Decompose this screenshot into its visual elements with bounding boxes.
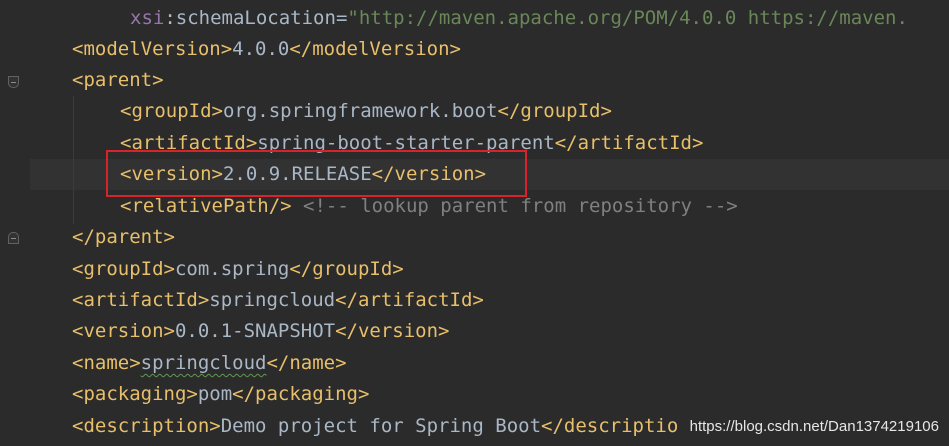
code-token: 4.0.0 [232,38,290,60]
code-token: "http://maven.apache.org/POM/4.0.0 https… [347,7,908,29]
code-token: <modelVersion> [72,38,233,60]
code-token: </modelVersion> [289,38,461,60]
code-line[interactable]: <name>springcloud</name> [72,348,347,379]
code-token: <groupId> [120,100,223,122]
code-line[interactable]: <packaging>pom</packaging> [72,379,369,410]
code-line[interactable]: <groupId>org.springframework.boot</group… [120,96,612,127]
code-line[interactable]: <artifactId>springcloud</artifactId> [72,285,484,316]
code-token: </packaging> [232,383,370,405]
code-token: </version> [335,320,450,342]
code-token: Demo project for Spring Boot [220,415,542,437]
code-token: springcloud [209,289,336,311]
code-token: <description> [72,415,221,437]
code-token: </artifactId> [335,289,484,311]
code-token: = [335,7,348,29]
code-token: springcloud [140,352,267,374]
code-line[interactable]: <modelVersion>4.0.0</modelVersion> [72,34,461,65]
fold-close-icon[interactable] [8,232,19,244]
code-token: org.springframework.boot [222,100,498,122]
code-token: </descriptio [541,415,679,437]
watermark-text: https://blog.csdn.net/Dan1374219106 [689,418,939,435]
code-token: <version> [72,320,175,342]
code-line[interactable]: <groupId>com.spring</groupId> [72,254,404,285]
code-token: com.spring [174,258,290,280]
code-token: </groupId> [289,258,404,280]
code-token: </parent> [72,226,175,248]
code-token: </name> [266,352,347,374]
code-token: <packaging> [72,383,198,405]
code-line[interactable]: xsi:schemaLocation="http://maven.apache.… [130,3,908,34]
version-highlight-box [106,150,527,197]
editor-gutter [0,0,30,446]
code-token: <groupId> [72,258,175,280]
code-token: : [164,7,176,29]
code-line[interactable]: <parent> [72,65,164,96]
code-line[interactable]: <description>Demo project for Spring Boo… [72,411,678,442]
fold-open-icon[interactable] [8,76,19,88]
code-token: </artifactId> [554,132,704,154]
code-line[interactable]: </parent> [72,222,175,253]
code-token: pom [197,383,233,405]
code-token: <relativePath/> [120,195,292,217]
code-token: </groupId> [497,100,612,122]
code-editor[interactable]: xsi:schemaLocation="http://maven.apache.… [0,0,949,446]
indent-guide [73,96,74,224]
code-token: schemaLocation [175,7,336,29]
code-token: 0.0.1-SNAPSHOT [174,320,336,342]
code-token: <name> [72,352,141,374]
code-line[interactable]: <version>0.0.1-SNAPSHOT</version> [72,316,450,347]
code-token: <!-- lookup parent from repository --> [291,195,738,217]
code-token: xsi [130,7,165,29]
code-token: <artifactId> [72,289,210,311]
code-token: <parent> [72,69,164,91]
